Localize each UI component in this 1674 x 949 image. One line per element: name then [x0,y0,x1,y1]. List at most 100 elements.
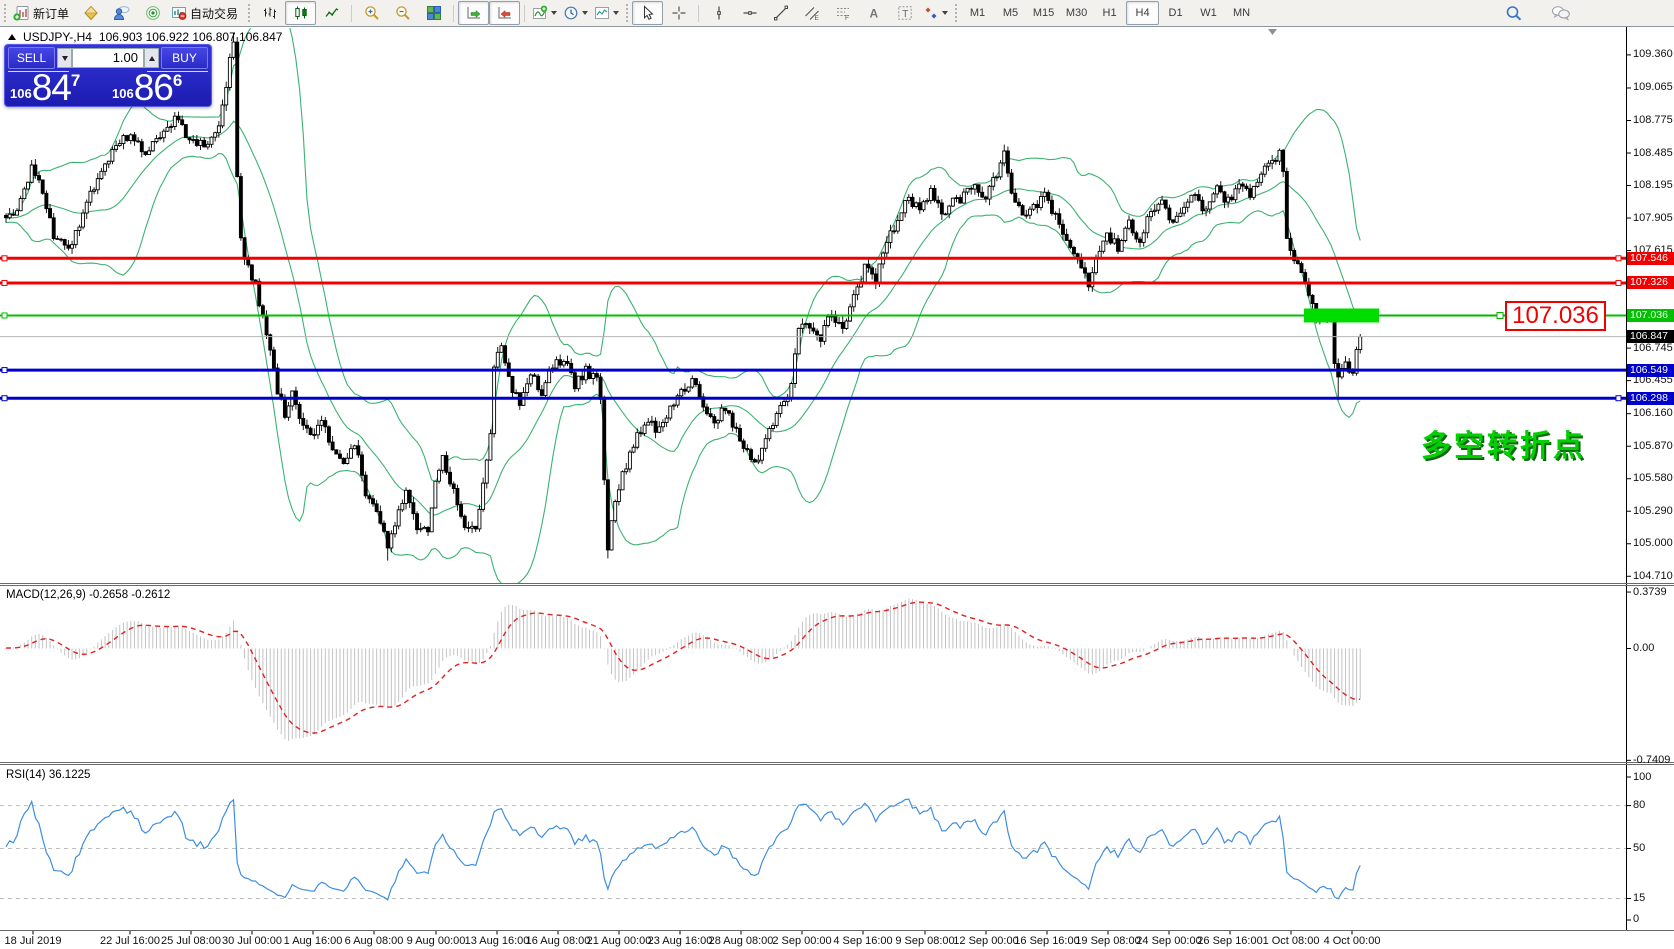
timeframe-h1-button[interactable]: H1 [1093,1,1126,25]
timeframe-mn-button[interactable]: MN [1225,1,1258,25]
time-label: 28 Aug 08:00 [709,935,774,947]
account-button[interactable] [106,1,137,25]
fibonacci-button[interactable]: F [827,1,858,25]
collapse-panel-icon[interactable] [8,34,16,40]
arrows-button[interactable] [920,1,951,25]
autotrading-button[interactable]: 自动交易 [168,1,244,25]
svg-text:T: T [902,9,908,20]
timeframe-h4-button[interactable]: H4 [1126,1,1159,25]
signals-button[interactable] [137,1,168,25]
turning-point-annotation[interactable]: 多空转折点 [1421,421,1586,465]
cursor-icon [640,5,656,21]
account-icon [113,5,130,21]
price-line-badge: 107.036 [1627,309,1674,322]
sell-price-pip: 7 [71,71,80,91]
price-tick: 109.360 [1633,48,1673,61]
svg-text:E: E [814,15,819,21]
zoom-out-button[interactable] [387,1,418,25]
timeframe-m5-button[interactable]: M5 [994,1,1027,25]
dropdown-caret-icon [551,11,557,15]
toolbar-grip [955,4,957,22]
dropdown-caret-icon [942,11,948,15]
price-tick: 106.745 [1633,342,1673,355]
time-label: 22 Jul 16:00 [100,935,160,947]
time-label: 23 Aug 16:00 [648,935,713,947]
timeframe-d1-button[interactable]: D1 [1159,1,1192,25]
arrows-icon [923,5,939,21]
buy-price-pip: 6 [173,71,182,91]
buy-price-big: 86 [134,71,173,104]
toolbar-separator [698,5,699,22]
timeframe-w1-button[interactable]: W1 [1192,1,1225,25]
cursor-button[interactable] [632,1,663,25]
time-label: 4 Oct 00:00 [1324,935,1381,947]
rsi-tick: 0 [1633,913,1639,926]
search-icon [1505,5,1523,22]
time-label: 26 Sep 16:00 [1197,935,1262,947]
symbol-info-bar: USDJPY-,H4 106.903 106.922 106.807 106.8… [8,30,282,44]
chevron-down-icon [62,56,68,61]
channel-icon: E [804,5,820,21]
auto-scroll-button[interactable] [458,1,489,25]
channel-button[interactable]: E [796,1,827,25]
templates-button[interactable] [591,1,622,25]
dropdown-caret-icon [582,11,588,15]
label-icon: T [897,5,913,21]
toolbar: 新订单 自动交易 E F A T M1M5M15M30H1H4D1W1MN [0,0,1674,27]
time-label: 16 Sep 16:00 [1014,935,1079,947]
time-label: 9 Aug 00:00 [407,935,466,947]
price-callout-box[interactable]: 107.036 [1505,301,1606,331]
time-label: 18 Jul 2019 [5,935,62,947]
macd-label: MACD(12,26,9) -0.2658 -0.2612 [6,589,170,601]
label-button[interactable]: T [889,1,920,25]
chat-button[interactable] [1545,1,1576,25]
volume-decrease-button[interactable] [57,48,72,68]
time-label: 13 Aug 16:00 [465,935,530,947]
zoom-out-icon [395,5,411,21]
buy-price-base: 106 [112,86,134,101]
search-button[interactable] [1498,1,1529,25]
new-order-button[interactable]: 新订单 [10,1,75,25]
line-chart-button[interactable] [316,1,347,25]
svg-text:A: A [869,7,878,21]
volume-input[interactable]: 1.00 [72,48,144,68]
sell-price-base: 106 [10,86,32,101]
trendline-button[interactable] [765,1,796,25]
candlestick-chart-button[interactable] [285,1,316,25]
timeframe-m15-button[interactable]: M15 [1027,1,1060,25]
vertical-line-button[interactable] [703,1,734,25]
zoom-in-button[interactable] [356,1,387,25]
time-label: 1 Aug 16:00 [284,935,343,947]
indicators-icon [532,5,548,21]
horizontal-line-button[interactable] [734,1,765,25]
crosshair-button[interactable] [663,1,694,25]
autotrading-label: 自动交易 [190,5,238,22]
sell-price[interactable]: 106847 [10,70,80,104]
buy-button[interactable]: BUY [161,47,208,69]
horizontal-line-icon [742,5,758,21]
auto-scroll-icon [466,5,482,21]
timeframe-m30-button[interactable]: M30 [1060,1,1093,25]
text-button[interactable]: A [858,1,889,25]
sell-button[interactable]: SELL [8,47,55,69]
timeframe-m1-button[interactable]: M1 [961,1,994,25]
volume-increase-button[interactable] [144,48,159,68]
quotes-button[interactable] [75,1,106,25]
buy-price[interactable]: 106866 [112,70,182,104]
bar-chart-button[interactable] [254,1,285,25]
sell-price-big: 84 [32,71,71,104]
price-tick: 108.485 [1633,147,1673,160]
candlestick-chart-icon [293,5,309,21]
chart-shift-button[interactable] [489,1,520,25]
autotrading-icon [171,5,187,21]
time-label: 30 Jul 00:00 [222,935,282,947]
indicators-button[interactable] [529,1,560,25]
tile-windows-button[interactable] [418,1,449,25]
periods-button[interactable] [560,1,591,25]
price-tick: 105.000 [1633,537,1673,550]
chat-icon [1551,5,1571,21]
price-line-badge: 107.326 [1627,276,1674,289]
dropdown-caret-icon [613,11,619,15]
rsi-label: RSI(14) 36.1225 [6,769,90,781]
macd-tick: 0.3739 [1633,586,1667,599]
